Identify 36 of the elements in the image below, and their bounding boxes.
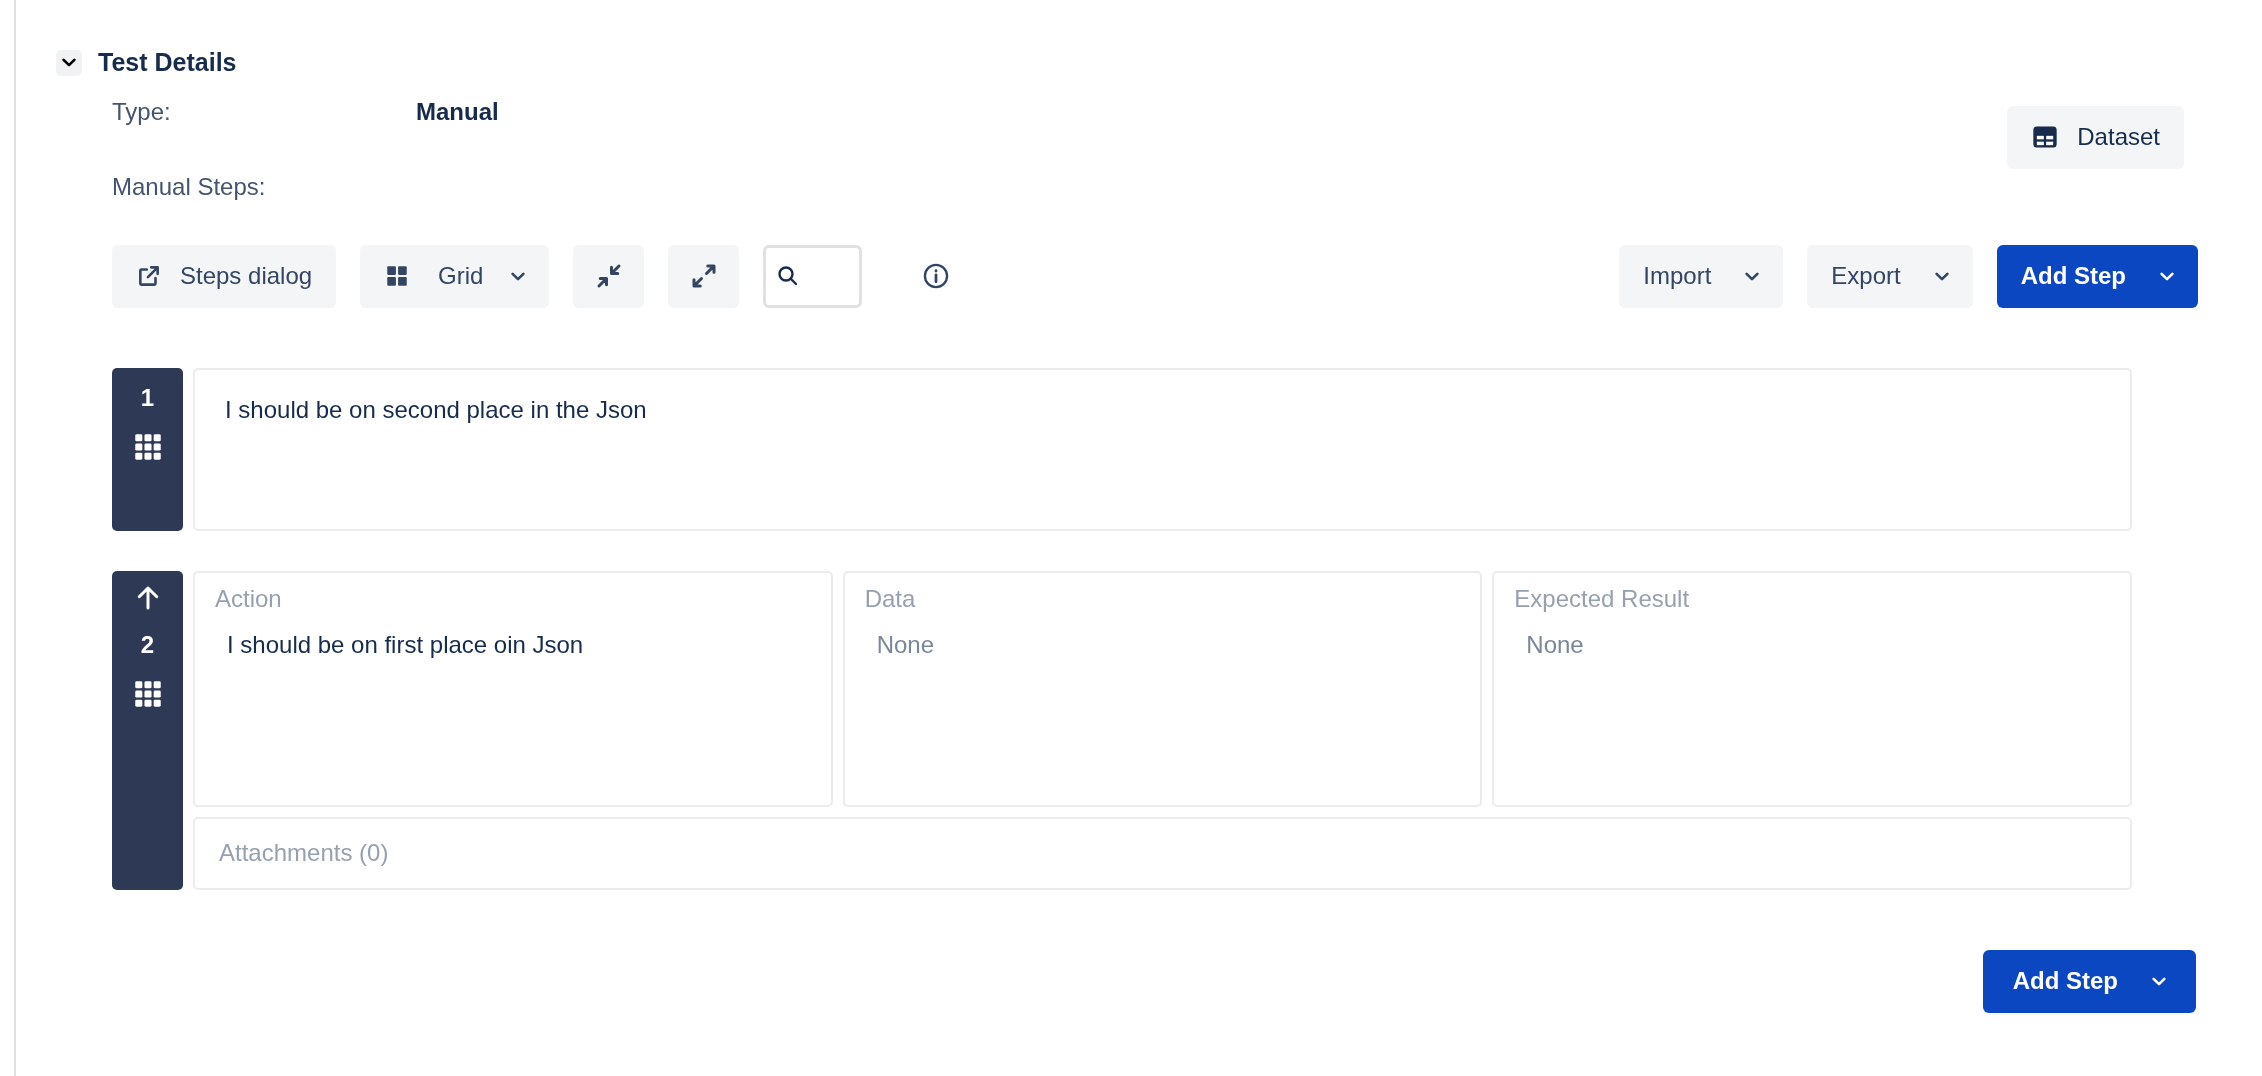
- search-field[interactable]: [763, 244, 863, 308]
- field-label: Type:: [112, 96, 172, 127]
- action-dropdown-button[interactable]: Export: [1807, 244, 1973, 308]
- step-number: 1: [140, 382, 155, 413]
- section-title: Test Details: [98, 47, 237, 78]
- chevron-down-icon: [2152, 976, 2166, 986]
- field-value: Manual: [416, 96, 499, 127]
- field-label: Action: [215, 583, 282, 614]
- action-dropdown-button[interactable]: Add Step: [1996, 244, 2198, 308]
- layout-dropdown[interactable]: Grid: [360, 244, 550, 308]
- add-step-button[interactable]: Add Step: [1982, 949, 2196, 1013]
- chevron-down-icon: [1745, 271, 1760, 281]
- attachments-label: Attachments (0): [219, 838, 389, 868]
- field-label: Expected Result: [1514, 583, 1690, 614]
- chevron-down-icon: [1934, 271, 1949, 281]
- field-label: Data: [864, 583, 916, 614]
- step-number: 2: [140, 629, 155, 660]
- step-field[interactable]: Data None: [842, 570, 1483, 807]
- field-value: None: [876, 629, 935, 660]
- field-label: Manual Steps:: [112, 172, 266, 200]
- step-text: I should be on second place in the Json: [225, 395, 647, 423]
- chevron-down-icon: [62, 58, 76, 68]
- action-dropdown-button[interactable]: Import: [1619, 244, 1784, 308]
- dataset-button[interactable]: Dataset: [2007, 105, 2184, 169]
- collapse-button[interactable]: [573, 244, 645, 308]
- field-value: None: [1526, 629, 1584, 660]
- step-field[interactable]: Action I should be on first place oin Json: [193, 570, 833, 807]
- expand-button[interactable]: [668, 244, 740, 308]
- collapse-toggle[interactable]: [56, 49, 82, 76]
- chevron-down-icon: [511, 271, 526, 281]
- chevron-down-icon: [2160, 271, 2174, 281]
- steps-dialog-button[interactable]: Steps dialog: [112, 244, 337, 308]
- external-link-icon: [136, 263, 162, 289]
- field-value: I should be on first place oin Json: [227, 629, 584, 660]
- info-icon[interactable]: [922, 262, 951, 290]
- step-field[interactable]: Expected Result None: [1492, 570, 2132, 807]
